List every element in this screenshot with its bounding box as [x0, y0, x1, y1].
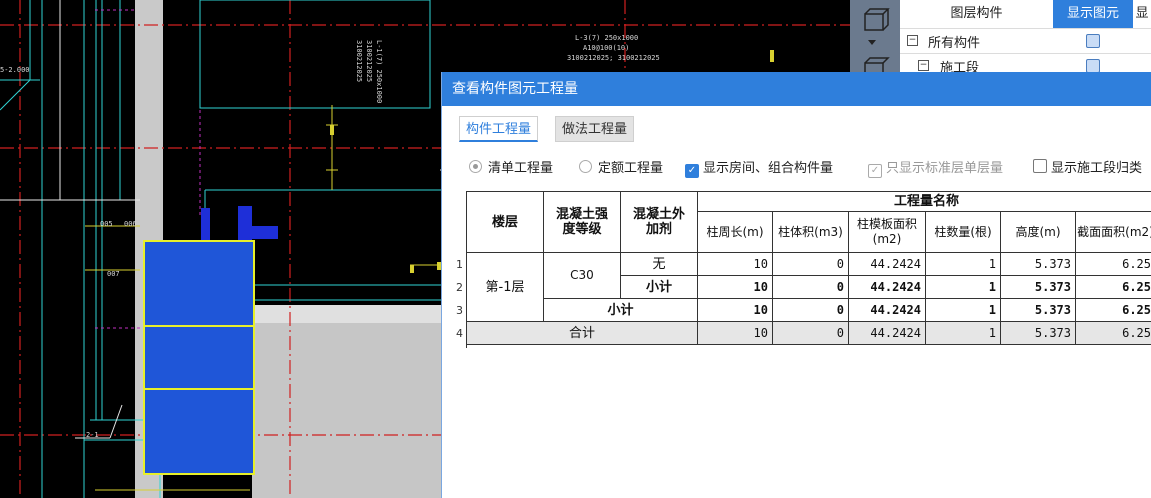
section-cell[interactable]: 6.25 [1076, 276, 1151, 299]
radio-icon [469, 160, 482, 173]
layer-column-header: 图层构件 [950, 6, 1003, 21]
header-floor: 楼层 [467, 192, 544, 253]
dialog-title: 查看构件图元工程量 [442, 72, 1151, 106]
floor-cell[interactable]: 第-1层 [467, 253, 544, 322]
standard-floor-label: 只显示标准层单层量 [886, 161, 1004, 176]
row-number: 4 [456, 327, 463, 340]
cad-note-label: A10@100(10) [583, 44, 630, 52]
header-perimeter: 柱周长(m) [698, 212, 773, 253]
count-cell[interactable]: 1 [926, 276, 1001, 299]
header-height: 高度(m) [1001, 212, 1076, 253]
cad-note-label: L-3(7) 250x1000 [575, 34, 639, 42]
perimeter-cell[interactable]: 10 [698, 253, 773, 276]
cad-tag-label: 006 [124, 220, 137, 228]
row-number: 1 [456, 258, 463, 271]
quantity-table: 楼层 混凝土强度等级 混凝土外加剂 工程量名称 柱周长(m) 柱体积(m3) 柱… [456, 191, 1151, 351]
height-cell[interactable]: 5.373 [1001, 299, 1076, 322]
options-row: 清单工程量 定额工程量 ✓ 显示房间、组合构件量 ✓ 只显示标准层单层量 显示施工段… [442, 156, 1151, 182]
perimeter-cell[interactable]: 10 [698, 299, 773, 322]
header-additive: 混凝土外加剂 [621, 192, 698, 253]
header-formwork: 柱模板面积(m2) [849, 212, 926, 253]
height-cell[interactable]: 5.373 [1001, 253, 1076, 276]
additive-cell[interactable]: 无 [621, 253, 698, 276]
header-quantity-group: 工程量名称 [698, 192, 1151, 212]
header-concrete-grade: 混凝土强度等级 [544, 192, 621, 253]
collapse-icon[interactable]: − [918, 60, 929, 71]
chevron-down-icon[interactable] [868, 40, 876, 45]
cad-note-label: 3100212025; 3100212025 [567, 54, 660, 62]
bill-quantity-radio[interactable]: 清单工程量 [469, 156, 553, 182]
checkbox-icon [1033, 159, 1047, 173]
volume-cell[interactable]: 0 [773, 276, 849, 299]
cad-elevation-label: 5-2.000 [0, 66, 30, 74]
formwork-cell[interactable]: 44.2424 [849, 322, 926, 345]
bill-quantity-label: 清单工程量 [488, 161, 554, 176]
header-section-area: 截面面积(m2) [1076, 212, 1151, 253]
radio-icon [579, 160, 592, 173]
row-number: 2 [456, 281, 463, 294]
additive-cell[interactable]: 小计 [621, 276, 698, 299]
quota-quantity-radio[interactable]: 定额工程量 [579, 156, 663, 182]
collapse-icon[interactable]: − [907, 35, 918, 46]
view-cube-button[interactable] [857, 6, 891, 36]
layer-row-all[interactable]: − 所有构件 [900, 28, 1151, 54]
cad-vertical-label: L-1(7) 250x1000 [375, 40, 383, 104]
formwork-cell[interactable]: 44.2424 [849, 276, 926, 299]
section-category-label: 显示施工段归类 [1051, 161, 1143, 176]
volume-cell[interactable]: 0 [773, 253, 849, 276]
cad-vertical-label: 3100212025 [355, 40, 363, 83]
show-element-column-header[interactable]: 显示图元 [1053, 0, 1133, 28]
cad-tag-label: 2-1 [86, 431, 99, 439]
volume-cell[interactable]: 0 [773, 322, 849, 345]
show-checkbox[interactable] [1086, 34, 1100, 48]
tab-method-quantity[interactable]: 做法工程量 [555, 116, 635, 142]
show-room-label: 显示房间、组合构件量 [703, 161, 834, 176]
subtotal-label-cell[interactable]: 小计 [544, 299, 698, 322]
perimeter-cell[interactable]: 10 [698, 276, 773, 299]
total-label-cell[interactable]: 合计 [467, 322, 698, 345]
height-cell[interactable]: 5.373 [1001, 322, 1076, 345]
cad-tag-label: 007 [107, 270, 120, 278]
show-room-checkbox[interactable]: ✓ 显示房间、组合构件量 [685, 156, 833, 182]
next-column-header[interactable]: 显 [1133, 0, 1151, 28]
count-cell[interactable]: 1 [926, 253, 1001, 276]
check-icon: ✓ [868, 164, 882, 178]
height-cell[interactable]: 5.373 [1001, 276, 1076, 299]
formwork-cell[interactable]: 44.2424 [849, 299, 926, 322]
layer-row-label: 所有构件 [928, 36, 981, 51]
view-toolbar [850, 0, 900, 78]
section-category-checkbox[interactable]: 显示施工段归类 [1033, 156, 1142, 182]
section-cell[interactable]: 6.25 [1076, 299, 1151, 322]
show-checkbox[interactable] [1086, 59, 1100, 73]
cad-tag-label: 005 [100, 220, 113, 228]
quota-quantity-label: 定额工程量 [598, 161, 664, 176]
tab-component-quantity[interactable]: 构件工程量 [459, 116, 539, 142]
standard-floor-checkbox[interactable]: ✓ 只显示标准层单层量 [868, 156, 1003, 182]
row-number: 3 [456, 304, 463, 317]
header-volume: 柱体积(m3) [773, 212, 849, 253]
formwork-cell[interactable]: 44.2424 [849, 253, 926, 276]
volume-cell[interactable]: 0 [773, 299, 849, 322]
quantity-dialog: 查看构件图元工程量 构件工程量 做法工程量 清单工程量 定额工程量 ✓ 显示房间、… [441, 72, 1151, 498]
layer-panel: 图层构件 显示图元 显 − 所有构件 − 施工段 [900, 0, 1151, 76]
perimeter-cell[interactable]: 10 [698, 322, 773, 345]
grade-cell[interactable]: C30 [544, 253, 621, 299]
check-icon: ✓ [685, 164, 699, 178]
count-cell[interactable]: 1 [926, 322, 1001, 345]
section-cell[interactable]: 6.25 [1076, 253, 1151, 276]
section-cell[interactable]: 6.25 [1076, 322, 1151, 345]
header-count: 柱数量(根) [926, 212, 1001, 253]
cad-vertical-label: 3100212025 [365, 40, 373, 83]
count-cell[interactable]: 1 [926, 299, 1001, 322]
cube-icon [864, 8, 890, 31]
